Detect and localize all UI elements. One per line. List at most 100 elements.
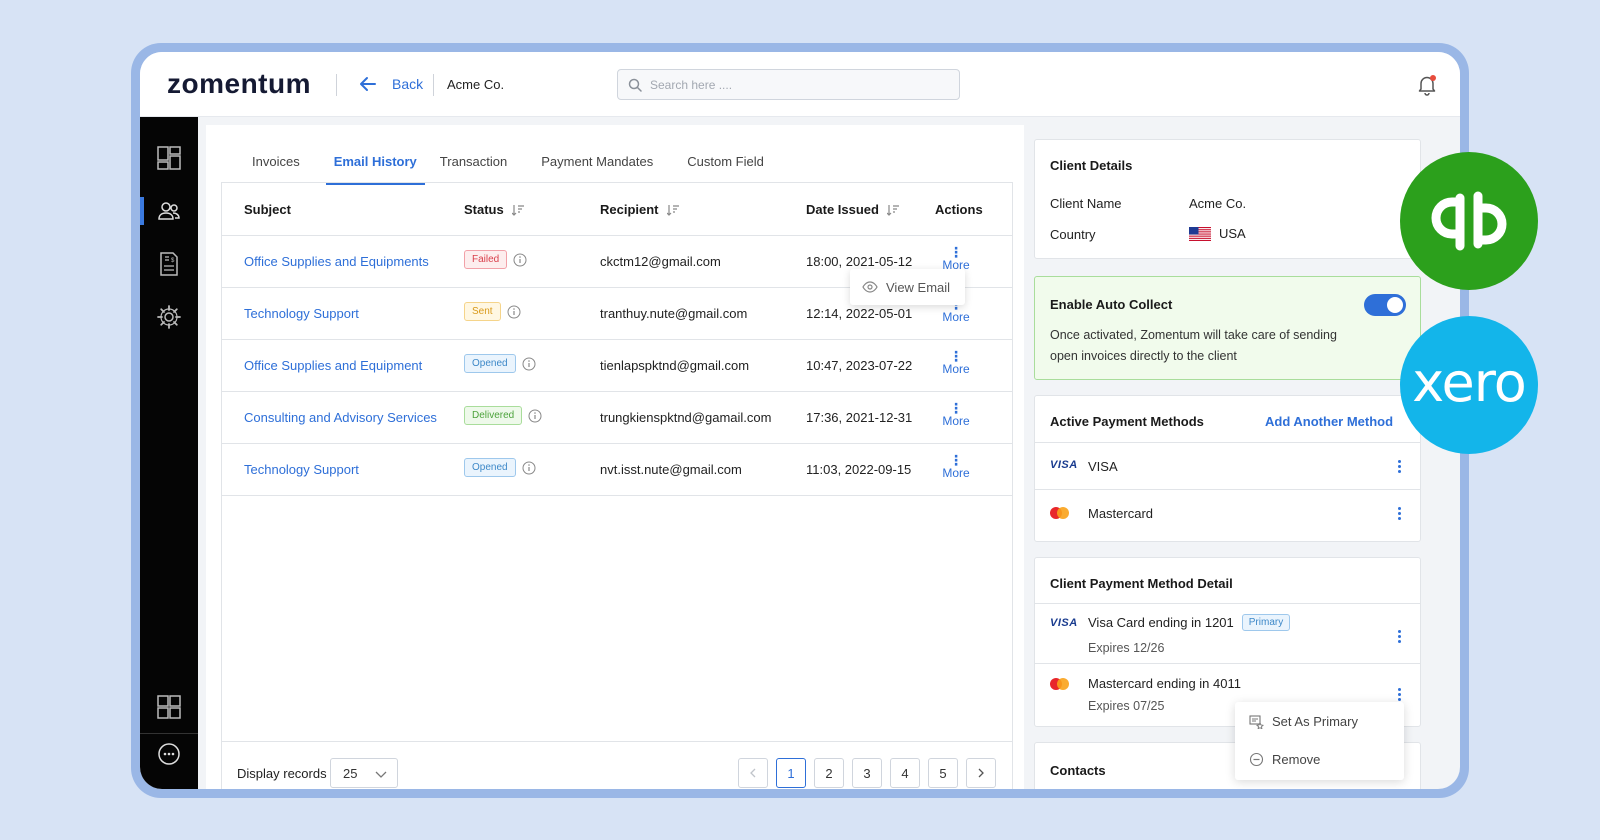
more-label: More [942, 362, 970, 376]
sort-icon[interactable] [511, 204, 524, 216]
quickbooks-logo [1400, 152, 1538, 290]
set-as-primary-label: Set As Primary [1272, 714, 1358, 729]
tab-bar: Invoices Email History Transaction Payme… [248, 147, 794, 185]
display-records-select[interactable]: 25 [330, 758, 398, 788]
row-more-button[interactable]: ⋮More [936, 401, 976, 428]
tab-invoices[interactable]: Invoices [248, 147, 304, 183]
payment-method-kebab-icon[interactable] [1396, 507, 1402, 522]
tab-payment-mandates[interactable]: Payment Mandates [537, 147, 657, 183]
sidebar-item-settings[interactable] [140, 297, 198, 337]
payment-detail-kebab-icon[interactable] [1396, 688, 1402, 703]
row-status: Opened [464, 354, 536, 373]
status-badge-opened: Opened [464, 354, 516, 373]
page-button-5[interactable]: 5 [928, 758, 958, 788]
back-button[interactable]: Back [358, 74, 423, 94]
row-status: Failed [464, 250, 527, 269]
header-divider [433, 74, 434, 96]
info-icon[interactable] [522, 357, 536, 371]
row-recipient: tienlapspktnd@gmail.com [600, 358, 750, 373]
display-records-value: 25 [343, 765, 358, 781]
card-expiry: Expires 12/26 [1088, 641, 1165, 655]
sort-icon[interactable] [886, 204, 899, 216]
next-page-button[interactable] [966, 758, 996, 788]
row-more-button[interactable]: ⋮More [936, 452, 976, 480]
sidebar-item-dashboard[interactable] [140, 138, 198, 178]
notification-bell-icon[interactable] [1416, 74, 1438, 96]
xero-wordmark: xero [1412, 350, 1527, 414]
row-subject-link[interactable]: Technology Support [244, 462, 359, 477]
row-more-button[interactable]: ⋮More [936, 348, 976, 376]
payment-method-name: Mastercard [1088, 506, 1154, 521]
kebab-icon: ⋮ [949, 452, 963, 468]
add-another-method-link[interactable]: Add Another Method [1265, 414, 1393, 429]
row-status: Opened [464, 458, 536, 477]
auto-collect-title: Enable Auto Collect [1050, 297, 1173, 312]
row-subject-link[interactable]: Consulting and Advisory Services [244, 410, 437, 425]
row-date: 10:47, 2023-07-22 [806, 358, 913, 373]
remove-menu-item[interactable]: Remove [1249, 752, 1320, 767]
invoice-icon: $ [160, 252, 178, 276]
status-badge-delivered: Delivered [464, 406, 523, 425]
auto-collect-toggle[interactable] [1364, 294, 1406, 316]
card-name: Visa Card ending in 1201 [1088, 615, 1234, 630]
sidebar-item-chat[interactable] [140, 734, 198, 774]
row-subject-link[interactable]: Technology Support [244, 306, 359, 321]
table-row: Technology Support Opened nvt.isst.nute@… [222, 444, 1012, 496]
tab-transaction[interactable]: Transaction [436, 147, 511, 183]
page-button-2[interactable]: 2 [814, 758, 844, 788]
row-recipient: tranthuy.nute@gmail.com [600, 306, 748, 321]
status-badge-opened: Opened [464, 458, 516, 477]
breadcrumb: Acme Co. [447, 77, 505, 92]
page-button-3[interactable]: 3 [852, 758, 882, 788]
tab-email-history[interactable]: Email History [325, 147, 425, 185]
info-icon[interactable] [528, 409, 542, 423]
status-badge-failed: Failed [464, 250, 508, 269]
sidebar-item-clients[interactable] [140, 191, 198, 231]
remove-icon [1249, 752, 1264, 767]
row-subject-link[interactable]: Office Supplies and Equipment [244, 358, 422, 373]
search-input[interactable] [650, 77, 930, 92]
mastercard-icon [1050, 507, 1069, 519]
view-email-menu-item[interactable]: View Email [850, 269, 965, 305]
payment-method-context-menu: Set As Primary Remove [1235, 702, 1404, 780]
page-button-1[interactable]: 1 [776, 758, 806, 788]
chevron-right-icon [978, 768, 984, 778]
row-subject-link[interactable]: Office Supplies and Equipments [244, 254, 429, 269]
tab-custom-field[interactable]: Custom Field [683, 147, 768, 183]
active-payment-methods-card: Active Payment Methods Add Another Metho… [1034, 395, 1421, 542]
sidebar-item-apps[interactable] [140, 687, 198, 727]
display-records-label: Display records [237, 766, 327, 781]
client-name-value: Acme Co. [1189, 196, 1247, 211]
set-as-primary-menu-item[interactable]: Set As Primary [1249, 714, 1358, 729]
more-label: More [942, 414, 970, 428]
search-box[interactable] [617, 69, 960, 100]
column-header-recipient[interactable]: Recipient [600, 202, 679, 217]
column-header-actions: Actions [935, 202, 983, 217]
contacts-title: Contacts [1050, 763, 1106, 778]
payment-method-row: Mastercard [1035, 489, 1420, 536]
row-date: 11:03, 2022-09-15 [806, 462, 912, 477]
sidebar: $ [140, 117, 198, 789]
chevron-left-icon [750, 768, 756, 778]
sort-icon[interactable] [666, 204, 679, 216]
row-status: Sent [464, 302, 521, 321]
info-icon[interactable] [507, 305, 521, 319]
payment-detail-kebab-icon[interactable] [1396, 630, 1402, 645]
column-header-date-issued[interactable]: Date Issued [806, 202, 899, 217]
app-frame: zomentum Back Acme Co. $ [131, 43, 1469, 798]
page-button-4[interactable]: 4 [890, 758, 920, 788]
sidebar-item-invoices[interactable]: $ [140, 244, 198, 284]
client-name-label: Client Name [1050, 196, 1122, 211]
column-header-status[interactable]: Status [464, 202, 524, 217]
zomentum-logo[interactable]: zomentum [167, 68, 311, 100]
table-row: Office Supplies and Equipment Opened tie… [222, 340, 1012, 392]
table-header: Subject Status Recipient Date Issued Act… [222, 183, 1012, 236]
search-icon [628, 78, 642, 92]
payment-methods-title: Active Payment Methods [1050, 414, 1204, 429]
payment-method-kebab-icon[interactable] [1396, 460, 1402, 475]
eye-icon [862, 281, 878, 293]
info-icon[interactable] [513, 253, 527, 267]
info-icon[interactable] [522, 461, 536, 475]
kebab-icon: ⋮ [949, 348, 963, 364]
prev-page-button[interactable] [738, 758, 768, 788]
